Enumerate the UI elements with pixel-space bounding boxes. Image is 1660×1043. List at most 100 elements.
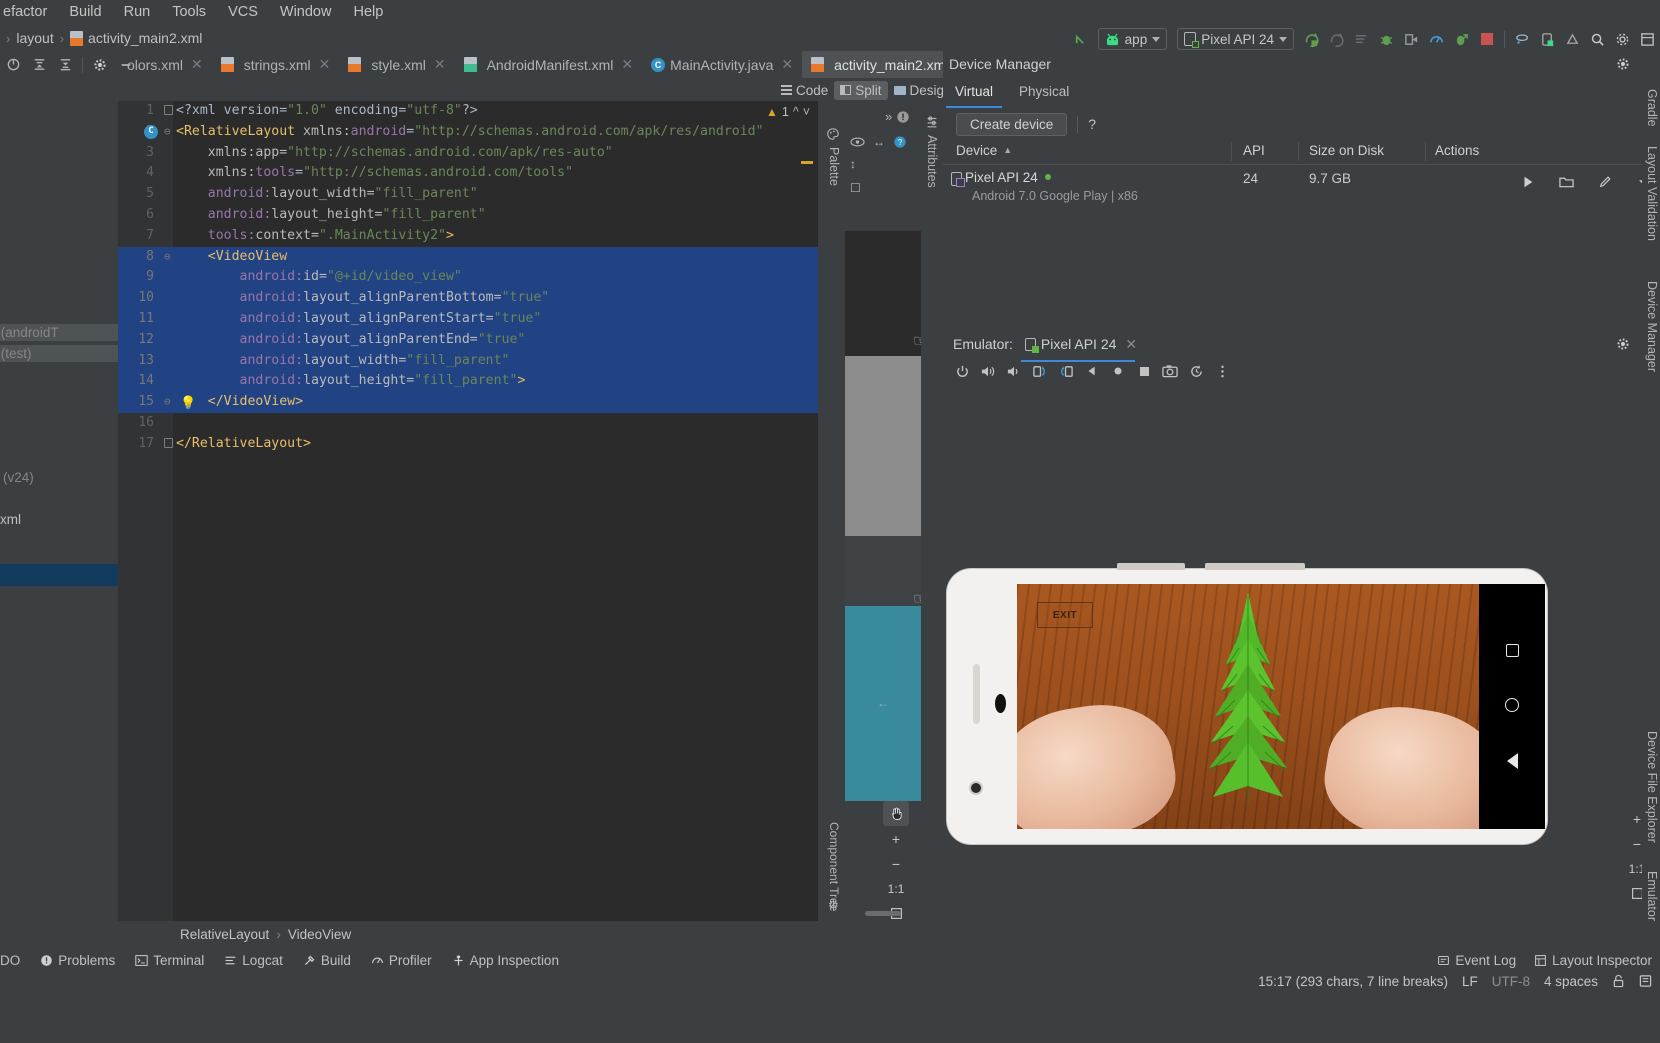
menu-item-refactor[interactable]: efactor bbox=[0, 0, 58, 25]
tree-item-selected[interactable] bbox=[0, 564, 118, 586]
screenshot-icon[interactable] bbox=[1159, 359, 1181, 383]
zoom-in-button[interactable]: + bbox=[883, 826, 909, 851]
close-icon[interactable]: ✕ bbox=[1125, 336, 1137, 353]
class-marker-icon[interactable]: C bbox=[144, 124, 158, 139]
bottom-item-problems[interactable]: Problems bbox=[30, 953, 125, 968]
code-line[interactable]: 1 <?xml version="1.0" encoding="utf-8"?> bbox=[118, 101, 818, 122]
column-actions[interactable]: Actions bbox=[1435, 143, 1479, 158]
indent-setting[interactable]: 4 spaces bbox=[1544, 974, 1598, 989]
emulator-screen-area[interactable]: EXIT + − 1:1 bbox=[943, 384, 1660, 931]
column-size-on-disk[interactable]: Size on Disk bbox=[1309, 143, 1384, 158]
menu-item-build[interactable]: Build bbox=[58, 0, 112, 25]
stop-icon[interactable] bbox=[1474, 26, 1499, 52]
run-icon[interactable] bbox=[1299, 26, 1324, 52]
power-icon[interactable] bbox=[951, 359, 973, 383]
code-line[interactable]: 10 android:layout_alignParentBottom="tru… bbox=[118, 288, 818, 309]
overview-square-icon[interactable] bbox=[1505, 644, 1519, 658]
settings-gear-icon[interactable] bbox=[87, 51, 113, 78]
column-device[interactable]: Device ▲ bbox=[956, 143, 1012, 158]
play-icon[interactable] bbox=[1521, 175, 1535, 189]
pan-hand-icon[interactable] bbox=[883, 801, 909, 826]
preview-zoom-controls[interactable]: + − 1:1 bbox=[883, 801, 911, 921]
tree-item[interactable]: ieoclips (androidT bbox=[0, 324, 118, 341]
code-line[interactable]: 6 android:layout_height="fill_parent" bbox=[118, 205, 818, 226]
exit-button[interactable]: EXIT bbox=[1037, 602, 1093, 628]
column-api[interactable]: API bbox=[1243, 143, 1265, 158]
back-triangle-icon[interactable] bbox=[1506, 752, 1518, 769]
sync-gradle-icon[interactable] bbox=[1510, 26, 1535, 52]
bottom-item-profiler[interactable]: Profiler bbox=[361, 953, 442, 968]
file-encoding[interactable]: UTF-8 bbox=[1492, 974, 1530, 989]
code-lines[interactable]: 1<?xml version="1.0" encoding="utf-8"?>2… bbox=[118, 101, 818, 921]
home-icon[interactable] bbox=[1107, 359, 1129, 383]
menu-item-vcs[interactable]: VCS bbox=[217, 0, 269, 25]
zoom-actual-size-button[interactable]: 1:1 bbox=[883, 876, 909, 901]
video-view[interactable]: EXIT bbox=[1017, 584, 1479, 829]
close-icon[interactable]: ✕ bbox=[319, 56, 331, 73]
editor-marker-stripe[interactable] bbox=[801, 161, 813, 164]
emulator-tab[interactable]: Pixel API 24 ✕ bbox=[1020, 332, 1141, 362]
vertical-arrows-icon[interactable]: ↕ bbox=[850, 157, 856, 171]
tree-item[interactable]: n_main.xml bbox=[0, 512, 21, 527]
attributes-strip[interactable]: Attributes bbox=[921, 101, 943, 921]
eye-icon[interactable] bbox=[850, 136, 865, 148]
preview-hscrollbar[interactable] bbox=[865, 911, 901, 916]
code-line[interactable]: 3 xmlns:app="http://schemas.android.com/… bbox=[118, 143, 818, 164]
mode-split[interactable]: Split bbox=[834, 80, 888, 100]
rotate-history-icon[interactable] bbox=[1185, 359, 1207, 383]
fold-marker-icon[interactable]: ⊖ bbox=[164, 122, 171, 143]
tab-main-activity-java[interactable]: C MainActivity.java ✕ bbox=[642, 51, 802, 78]
device-selector[interactable]: Pixel API 24 bbox=[1177, 28, 1294, 50]
bottom-item-event-log[interactable]: Event Log bbox=[1437, 953, 1516, 968]
profiler-icon[interactable] bbox=[1424, 26, 1449, 52]
strip-device-manager[interactable]: Device Manager bbox=[1645, 281, 1659, 372]
inspection-widget[interactable]: ▲ 1 ^ ˅ bbox=[766, 105, 810, 119]
back-icon[interactable] bbox=[0, 51, 26, 78]
strip-emulator[interactable]: Emulator bbox=[1645, 871, 1659, 921]
code-line[interactable]: 17 </RelativeLayout> bbox=[118, 434, 818, 455]
next-problem-icon[interactable]: ˅ bbox=[803, 105, 810, 119]
strip-layout-validation[interactable]: Layout Validation bbox=[1645, 146, 1659, 241]
strip-gradle[interactable]: Gradle bbox=[1645, 89, 1659, 127]
component-breadcrumb-videoview[interactable]: VideoView bbox=[288, 927, 351, 942]
breadcrumb-item-file[interactable]: activity_main2.xml bbox=[88, 30, 202, 46]
code-line[interactable]: 13 android:layout_width="fill_parent" bbox=[118, 350, 818, 372]
code-line[interactable]: 12 android:layout_alignParentEnd="true" bbox=[118, 329, 818, 351]
volume-up-icon[interactable] bbox=[977, 359, 999, 383]
prev-problem-icon[interactable]: ^ bbox=[793, 105, 799, 119]
code-line[interactable]: 8 ⊖ <VideoView bbox=[118, 246, 818, 268]
device-row-pixel-api-24[interactable]: Pixel API 24 Android 7.0 Google Play | x… bbox=[943, 165, 1660, 209]
intention-bulb-icon[interactable]: 💡 bbox=[180, 394, 196, 411]
emulator-device-frame[interactable]: EXIT bbox=[947, 563, 1547, 844]
run-coverage-icon[interactable] bbox=[1324, 26, 1349, 52]
overview-icon[interactable] bbox=[1133, 359, 1155, 383]
tree-item[interactable]: und.xml (v24) bbox=[0, 470, 34, 485]
error-badge-icon[interactable] bbox=[896, 110, 910, 124]
folder-icon[interactable] bbox=[1559, 175, 1574, 189]
code-line[interactable]: 4 xmlns:tools="http://schemas.android.co… bbox=[118, 163, 818, 184]
breadcrumb-item-layout[interactable]: layout bbox=[16, 30, 53, 46]
bottom-item-todo[interactable]: DO bbox=[0, 953, 30, 968]
strip-device-file-explorer[interactable]: Device File Explorer bbox=[1645, 731, 1659, 843]
rotate-right-icon[interactable] bbox=[1055, 359, 1077, 383]
memory-indicator-icon[interactable] bbox=[1639, 974, 1652, 988]
mode-code[interactable]: Code bbox=[775, 81, 834, 100]
code-line[interactable]: 16 bbox=[118, 413, 818, 434]
tab-colors-xml[interactable]: olors.xml ✕ bbox=[118, 51, 212, 78]
apply-changes-icon[interactable] bbox=[1349, 26, 1374, 52]
close-icon[interactable]: ✕ bbox=[191, 56, 203, 73]
close-icon[interactable]: ✕ bbox=[781, 56, 793, 73]
zoom-out-button[interactable]: − bbox=[883, 851, 909, 876]
back-arrow-icon[interactable] bbox=[1068, 26, 1093, 52]
blueprint-toggle-icon[interactable]: ☐ bbox=[850, 181, 861, 195]
panel-settings-icon[interactable] bbox=[1616, 337, 1630, 351]
avd-manager-icon[interactable] bbox=[1535, 26, 1560, 52]
project-tree-panel[interactable]: ieoclips ieoclips (androidT ieoclips (te… bbox=[0, 78, 118, 928]
code-line[interactable]: 5 android:layout_width="fill_parent" bbox=[118, 184, 818, 205]
tab-strings-xml[interactable]: strings.xml ✕ bbox=[212, 51, 340, 78]
back-icon[interactable] bbox=[1081, 359, 1103, 383]
palette-strip[interactable]: Palette bbox=[823, 101, 845, 921]
code-line[interactable]: 9 android:id="@+id/video_view" bbox=[118, 267, 818, 289]
line-separator[interactable]: LF bbox=[1462, 974, 1478, 989]
run-configuration-selector[interactable]: app bbox=[1097, 28, 1168, 50]
